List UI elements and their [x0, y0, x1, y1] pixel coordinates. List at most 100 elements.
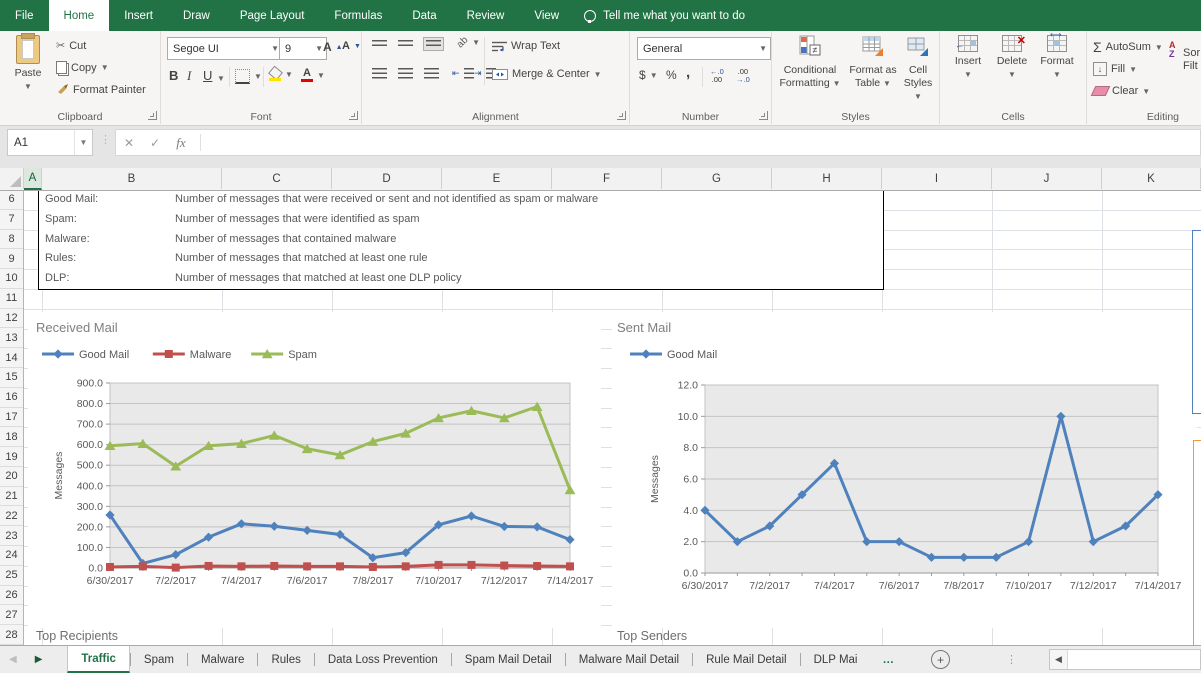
row-header-21[interactable]: 21: [0, 487, 23, 507]
italic-button[interactable]: I: [187, 68, 191, 84]
align-bottom-button[interactable]: [424, 38, 443, 50]
row-header-8[interactable]: 8: [0, 230, 23, 250]
cut-button[interactable]: ✂ Cut: [56, 39, 86, 52]
row-header-14[interactable]: 14: [0, 348, 23, 368]
tell-me-box[interactable]: Tell me what you want to do: [584, 0, 745, 31]
tabbar-splitter[interactable]: ⋮: [1006, 653, 1017, 666]
conditional-formatting-button[interactable]: ≠ Conditional Formatting ▼: [778, 35, 842, 90]
font-color-button[interactable]: A▼: [301, 68, 325, 82]
decrease-indent-button[interactable]: ⇤: [452, 68, 474, 79]
fill-button[interactable]: ↓ Fill▼: [1093, 62, 1137, 76]
autosum-button[interactable]: Σ AutoSum▼: [1093, 39, 1163, 55]
column-header-F[interactable]: F: [552, 168, 662, 189]
copy-button[interactable]: Copy ▼: [56, 61, 109, 74]
cutoff-chart-orange[interactable]: [1193, 440, 1201, 646]
number-dialog-launcher[interactable]: [759, 111, 768, 120]
number-format-select[interactable]: General▼: [637, 37, 771, 60]
delete-cells-button[interactable]: ✕ Delete ▼: [992, 35, 1032, 81]
row-header-9[interactable]: 9: [0, 249, 23, 269]
ribbon-tab-formulas[interactable]: Formulas: [319, 0, 397, 31]
sheet-tab-traffic[interactable]: Traffic: [67, 646, 130, 673]
sheet-tab-spam[interactable]: Spam: [131, 646, 187, 673]
row-header-7[interactable]: 7: [0, 210, 23, 230]
font-name-select[interactable]: Segoe UI▼: [167, 37, 283, 60]
row-header-17[interactable]: 17: [0, 408, 23, 428]
decrease-decimal-button[interactable]: .00 →.0: [736, 68, 750, 84]
paste-button[interactable]: Paste ▼: [6, 35, 50, 93]
underline-button[interactable]: U: [203, 68, 212, 83]
ribbon-tab-file[interactable]: File: [0, 0, 49, 31]
font-size-select[interactable]: 9▼: [279, 37, 327, 60]
row-header-15[interactable]: 15: [0, 368, 23, 388]
row-header-22[interactable]: 22: [0, 506, 23, 526]
sheet-nav-right-icon[interactable]: ▶: [26, 646, 52, 673]
column-header-I[interactable]: I: [882, 168, 992, 189]
orientation-button[interactable]: ab▼: [457, 37, 480, 48]
align-right-button[interactable]: [424, 68, 439, 79]
insert-function-icon[interactable]: fx: [168, 135, 194, 151]
align-left-button[interactable]: [372, 68, 387, 79]
clipboard-dialog-launcher[interactable]: [148, 111, 157, 120]
ribbon-tab-insert[interactable]: Insert: [109, 0, 168, 31]
clear-button[interactable]: Clear▼: [1093, 85, 1150, 97]
ribbon-tab-review[interactable]: Review: [452, 0, 520, 31]
name-box[interactable]: A1 ▼: [7, 129, 93, 156]
borders-button[interactable]: ▼: [235, 69, 262, 84]
fill-color-button[interactable]: ▼: [269, 68, 293, 81]
row-header-26[interactable]: 26: [0, 586, 23, 606]
received-mail-chart[interactable]: Received MailGood MailMalwareSpam0.0100.…: [28, 312, 601, 628]
alignment-dialog-launcher[interactable]: [617, 111, 626, 120]
underline-dropdown[interactable]: ▼: [217, 74, 225, 83]
accounting-format-button[interactable]: $▼: [639, 68, 658, 82]
font-dialog-launcher[interactable]: [349, 111, 358, 120]
increase-decimal-button[interactable]: ←.0 .00: [710, 68, 724, 84]
grow-font-button[interactable]: A▲: [323, 40, 343, 54]
percent-style-button[interactable]: %: [666, 68, 677, 82]
row-header-19[interactable]: 19: [0, 447, 23, 467]
ribbon-tab-data[interactable]: Data: [397, 0, 451, 31]
scrollbar-track[interactable]: [1068, 650, 1200, 669]
cancel-icon[interactable]: ✕: [116, 136, 142, 150]
row-header-10[interactable]: 10: [0, 269, 23, 289]
column-header-D[interactable]: D: [332, 168, 442, 189]
sheet-tab-malware[interactable]: Malware: [188, 646, 257, 673]
format-painter-button[interactable]: Format Painter: [56, 83, 146, 96]
column-header-K[interactable]: K: [1102, 168, 1201, 189]
enter-icon[interactable]: ✓: [142, 136, 168, 150]
cell-styles-button[interactable]: Cell Styles ▼: [900, 35, 936, 103]
row-header-6[interactable]: 6: [0, 190, 23, 210]
row-header-16[interactable]: 16: [0, 388, 23, 408]
align-center-button[interactable]: [398, 68, 413, 79]
insert-cells-button[interactable]: ← Insert ▼: [948, 35, 988, 81]
bold-button[interactable]: B: [169, 68, 178, 83]
formula-bar-splitter[interactable]: ⋮: [100, 133, 111, 146]
align-middle-button[interactable]: [398, 40, 413, 48]
sheet-tabs-overflow[interactable]: …: [882, 646, 895, 673]
comma-style-button[interactable]: ,: [686, 64, 690, 81]
row-header-13[interactable]: 13: [0, 328, 23, 348]
format-as-table-button[interactable]: Format as Table ▼: [846, 35, 900, 90]
wrap-text-button[interactable]: Wrap Text: [492, 40, 560, 52]
name-box-dropdown-icon[interactable]: ▼: [74, 130, 92, 155]
row-header-18[interactable]: 18: [0, 427, 23, 447]
format-cells-button[interactable]: ⟷ Format ▼: [1036, 35, 1078, 81]
row-header-23[interactable]: 23: [0, 526, 23, 546]
sheet-tab-rules[interactable]: Rules: [258, 646, 313, 673]
sheet-tab-data-loss-prevention[interactable]: Data Loss Prevention: [315, 646, 451, 673]
row-header-20[interactable]: 20: [0, 467, 23, 487]
sort-filter-button[interactable]: SorFilt: [1183, 47, 1200, 73]
column-header-B[interactable]: B: [42, 168, 222, 189]
cutoff-chart-blue[interactable]: [1192, 230, 1201, 414]
sheet-tab-malware-mail-detail[interactable]: Malware Mail Detail: [566, 646, 692, 673]
merge-center-button[interactable]: Merge & Center▼: [492, 68, 602, 80]
row-header-12[interactable]: 12: [0, 309, 23, 329]
sent-mail-chart[interactable]: Sent MailGood Mail0.02.04.06.08.010.012.…: [612, 312, 1197, 628]
row-header-24[interactable]: 24: [0, 546, 23, 566]
sheet-tab-dlp-mai[interactable]: DLP Mai: [801, 646, 871, 673]
ribbon-tab-draw[interactable]: Draw: [168, 0, 225, 31]
column-header-H[interactable]: H: [772, 168, 882, 189]
horizontal-scrollbar[interactable]: ◀: [1049, 649, 1201, 670]
column-header-E[interactable]: E: [442, 168, 552, 189]
row-header-27[interactable]: 27: [0, 605, 23, 625]
scroll-left-icon[interactable]: ◀: [1050, 650, 1068, 669]
